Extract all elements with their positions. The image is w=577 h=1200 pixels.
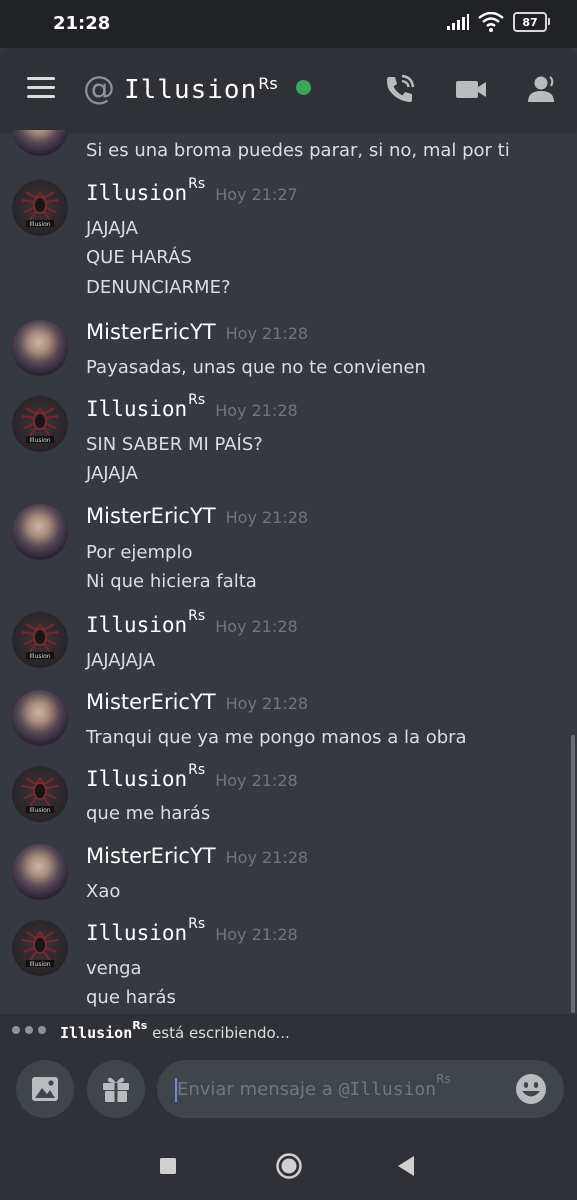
- avatar[interactable]: [12, 130, 68, 156]
- message-text: JAJAJA: [86, 463, 138, 484]
- message-list[interactable]: Si es una broma puedes parar, si no, mal…: [0, 130, 577, 1014]
- spider-logo-icon: Illusion: [21, 191, 59, 228]
- gift-button[interactable]: [87, 1060, 145, 1118]
- author-name[interactable]: IllusionRs: [86, 916, 205, 945]
- typing-text: IllusionRs está escribiendo...: [60, 1019, 290, 1042]
- svg-text:Illusion: Illusion: [29, 807, 50, 814]
- timestamp: Hoy 21:27: [215, 185, 298, 204]
- avatar[interactable]: Illusion: [12, 766, 68, 822]
- svg-text:Illusion: Illusion: [29, 653, 50, 660]
- svg-text:Illusion: Illusion: [29, 961, 50, 968]
- message-text: que harás: [86, 987, 176, 1008]
- message-header: MisterEricYT Hoy 21:28: [86, 504, 308, 528]
- square-icon[interactable]: [159, 1157, 177, 1175]
- circle-icon[interactable]: [275, 1152, 303, 1180]
- at-icon: @: [83, 69, 115, 107]
- message-header: IllusionRs Hoy 21:28: [86, 608, 298, 637]
- typing-dots-icon: [12, 1026, 46, 1034]
- spider-logo-icon: Illusion: [21, 407, 59, 444]
- message-text: que me harás: [86, 803, 211, 824]
- spider-logo-icon: Illusion: [21, 777, 59, 814]
- system-navigation-bar: [0, 1130, 577, 1200]
- author-name[interactable]: MisterEricYT: [86, 844, 216, 868]
- message-text: JAJAJA: [86, 218, 138, 239]
- avatar[interactable]: [12, 320, 68, 376]
- avatar[interactable]: Illusion: [12, 180, 68, 236]
- author-name[interactable]: IllusionRs: [86, 176, 205, 205]
- timestamp: Hoy 21:28: [225, 694, 309, 713]
- triangle-back-icon[interactable]: [396, 1155, 416, 1177]
- message-header: IllusionRs Hoy 21:27: [86, 176, 298, 205]
- message-placeholder: Enviar mensaje a @IllusionRs: [177, 1072, 451, 1100]
- signal-icon: [447, 14, 469, 30]
- author-name[interactable]: MisterEricYT: [86, 504, 216, 528]
- message-header: IllusionRs Hoy 21:28: [86, 392, 298, 421]
- author-name[interactable]: IllusionRs: [86, 608, 205, 637]
- online-status-icon: [296, 80, 311, 95]
- message-header: IllusionRs Hoy 21:28: [86, 762, 298, 791]
- gift-icon: [103, 1077, 129, 1102]
- member-list-icon[interactable]: [524, 72, 558, 106]
- status-icons: 87: [447, 12, 550, 32]
- typing-indicator: IllusionRs está escribiendo...: [0, 1014, 577, 1048]
- channel-header: @ IllusionRs: [0, 48, 577, 130]
- message-header: IllusionRs Hoy 21:28: [86, 916, 298, 945]
- hamburger-menu-icon[interactable]: [27, 77, 55, 99]
- timestamp: Hoy 21:28: [215, 401, 298, 420]
- message-text: Por ejemplo: [86, 542, 193, 563]
- message-text: venga: [86, 958, 142, 979]
- timestamp: Hoy 21:28: [225, 508, 309, 527]
- channel-name: Illusion: [124, 75, 258, 105]
- spider-logo-icon: Illusion: [21, 623, 59, 660]
- message-input[interactable]: Enviar mensaje a @IllusionRs: [157, 1060, 564, 1118]
- message-text: Ni que hiciera falta: [86, 571, 257, 592]
- avatar[interactable]: Illusion: [12, 396, 68, 452]
- timestamp: Hoy 21:28: [215, 771, 298, 790]
- avatar[interactable]: [12, 690, 68, 746]
- image-upload-icon: [32, 1077, 58, 1101]
- author-name[interactable]: MisterEricYT: [86, 690, 216, 714]
- channel-name-suffix: Rs: [258, 74, 278, 93]
- page-title: IllusionRs: [124, 74, 278, 106]
- avatar[interactable]: [12, 504, 68, 560]
- message-text: QUE HARÁS: [86, 247, 192, 268]
- emoji-icon[interactable]: [514, 1072, 548, 1106]
- author-name[interactable]: IllusionRs: [86, 392, 205, 421]
- message-text: Payasadas, unas que no te convienen: [86, 357, 426, 378]
- message-text: SIN SABER MI PAÍS?: [86, 434, 263, 455]
- svg-text:Illusion: Illusion: [29, 437, 50, 444]
- message-header: MisterEricYT Hoy 21:28: [86, 320, 308, 344]
- battery-indicator: 87: [513, 12, 550, 32]
- message-text: JAJAJAJA: [86, 650, 156, 671]
- video-camera-icon[interactable]: [454, 72, 488, 106]
- scrollbar[interactable]: [571, 735, 575, 1013]
- avatar[interactable]: [12, 844, 68, 900]
- spider-logo-icon: Illusion: [21, 931, 59, 968]
- wifi-icon: [478, 12, 504, 32]
- system-status-bar: 21:28 87: [0, 0, 577, 48]
- status-time: 21:28: [53, 13, 111, 34]
- author-name[interactable]: MisterEricYT: [86, 320, 216, 344]
- image-upload-button[interactable]: [16, 1060, 74, 1118]
- author-name[interactable]: IllusionRs: [86, 762, 205, 791]
- message-text: Tranqui que ya me pongo manos a la obra: [86, 727, 467, 748]
- message-header: MisterEricYT Hoy 21:28: [86, 844, 308, 868]
- message-text: Si es una broma puedes parar, si no, mal…: [86, 140, 510, 161]
- timestamp: Hoy 21:28: [225, 324, 309, 343]
- message-composer: Enviar mensaje a @IllusionRs: [0, 1048, 577, 1130]
- phone-call-icon[interactable]: [383, 72, 417, 106]
- timestamp: Hoy 21:28: [215, 617, 298, 636]
- message-text: DENUNCIARME?: [86, 277, 231, 298]
- message-header: MisterEricYT Hoy 21:28: [86, 690, 308, 714]
- svg-text:Illusion: Illusion: [29, 221, 50, 228]
- message-text: Xao: [86, 881, 121, 902]
- timestamp: Hoy 21:28: [215, 925, 298, 944]
- avatar[interactable]: Illusion: [12, 920, 68, 976]
- timestamp: Hoy 21:28: [225, 848, 309, 867]
- avatar[interactable]: Illusion: [12, 612, 68, 668]
